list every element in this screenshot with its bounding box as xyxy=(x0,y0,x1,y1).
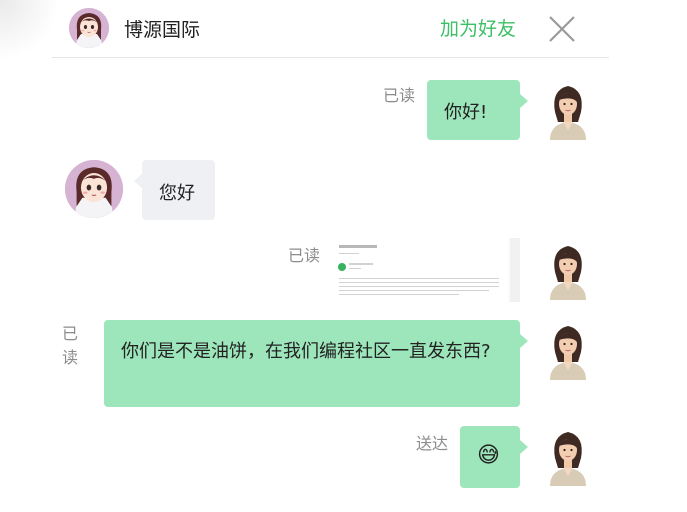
read-status: 已 读 xyxy=(62,324,79,367)
message-bubble-received[interactable]: 您好 xyxy=(134,160,215,220)
contact-avatar[interactable] xyxy=(69,8,109,48)
thumbnail-scrollbar xyxy=(510,238,520,302)
user-avatar[interactable] xyxy=(547,80,589,140)
close-icon[interactable] xyxy=(547,14,577,44)
message-text: 您好 xyxy=(159,183,195,204)
user-avatar[interactable] xyxy=(547,426,589,486)
chat-header: 博源国际 加为好友 xyxy=(52,0,609,58)
read-status: 已读 xyxy=(383,86,416,105)
add-friend-button[interactable]: 加为好友 xyxy=(440,14,516,41)
user-avatar[interactable] xyxy=(547,240,589,300)
message-text: 你好! xyxy=(444,102,488,123)
read-status: 已读 xyxy=(288,246,321,265)
contact-name: 博源国际 xyxy=(124,19,201,41)
delivered-status: 送达 xyxy=(416,434,449,453)
message-bubble-sent[interactable]: 你好! xyxy=(427,80,528,140)
document-thumbnail xyxy=(333,238,508,302)
user-avatar[interactable] xyxy=(547,320,589,380)
corner-shadow xyxy=(0,0,60,60)
message-bubble-sent[interactable]: 你们是不是油饼，在我们编程社区一直发东西? xyxy=(104,320,528,407)
message-bubble-sent[interactable]: 😅 xyxy=(460,426,528,488)
contact-avatar[interactable] xyxy=(65,160,123,218)
message-text: 你们是不是油饼，在我们编程社区一直发东西? xyxy=(121,341,491,362)
emoji-sweat-smile-icon: 😅 xyxy=(477,443,500,468)
image-message[interactable] xyxy=(333,238,520,302)
